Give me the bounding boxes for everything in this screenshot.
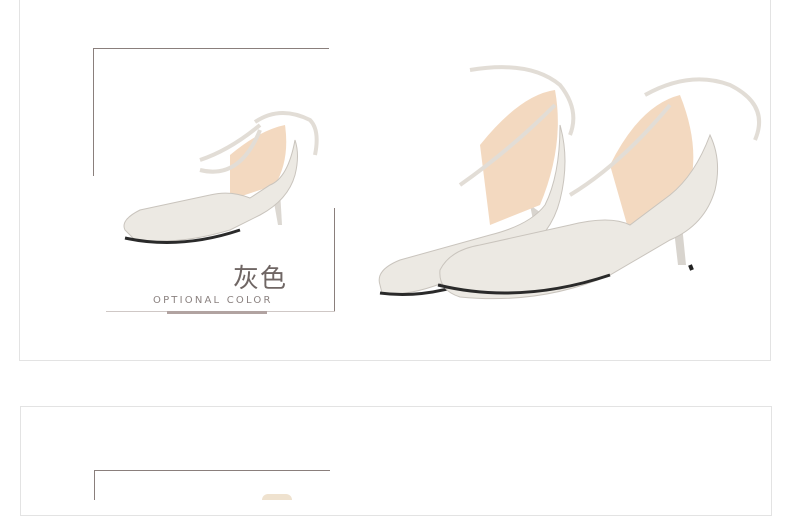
optional-color-subtitle: OPTIONAL COLOR <box>153 295 273 306</box>
small-shoe-image <box>123 111 319 244</box>
frame-left-line-2 <box>94 470 95 500</box>
accent-underline <box>167 311 267 314</box>
frame-top-line-2 <box>94 470 330 471</box>
frame-top-line <box>93 48 329 49</box>
frame-left-line <box>93 48 94 176</box>
color-name-title: 灰色 <box>233 264 288 294</box>
small-shoe-peek <box>262 494 292 500</box>
large-shoe-pair-image <box>378 65 761 300</box>
